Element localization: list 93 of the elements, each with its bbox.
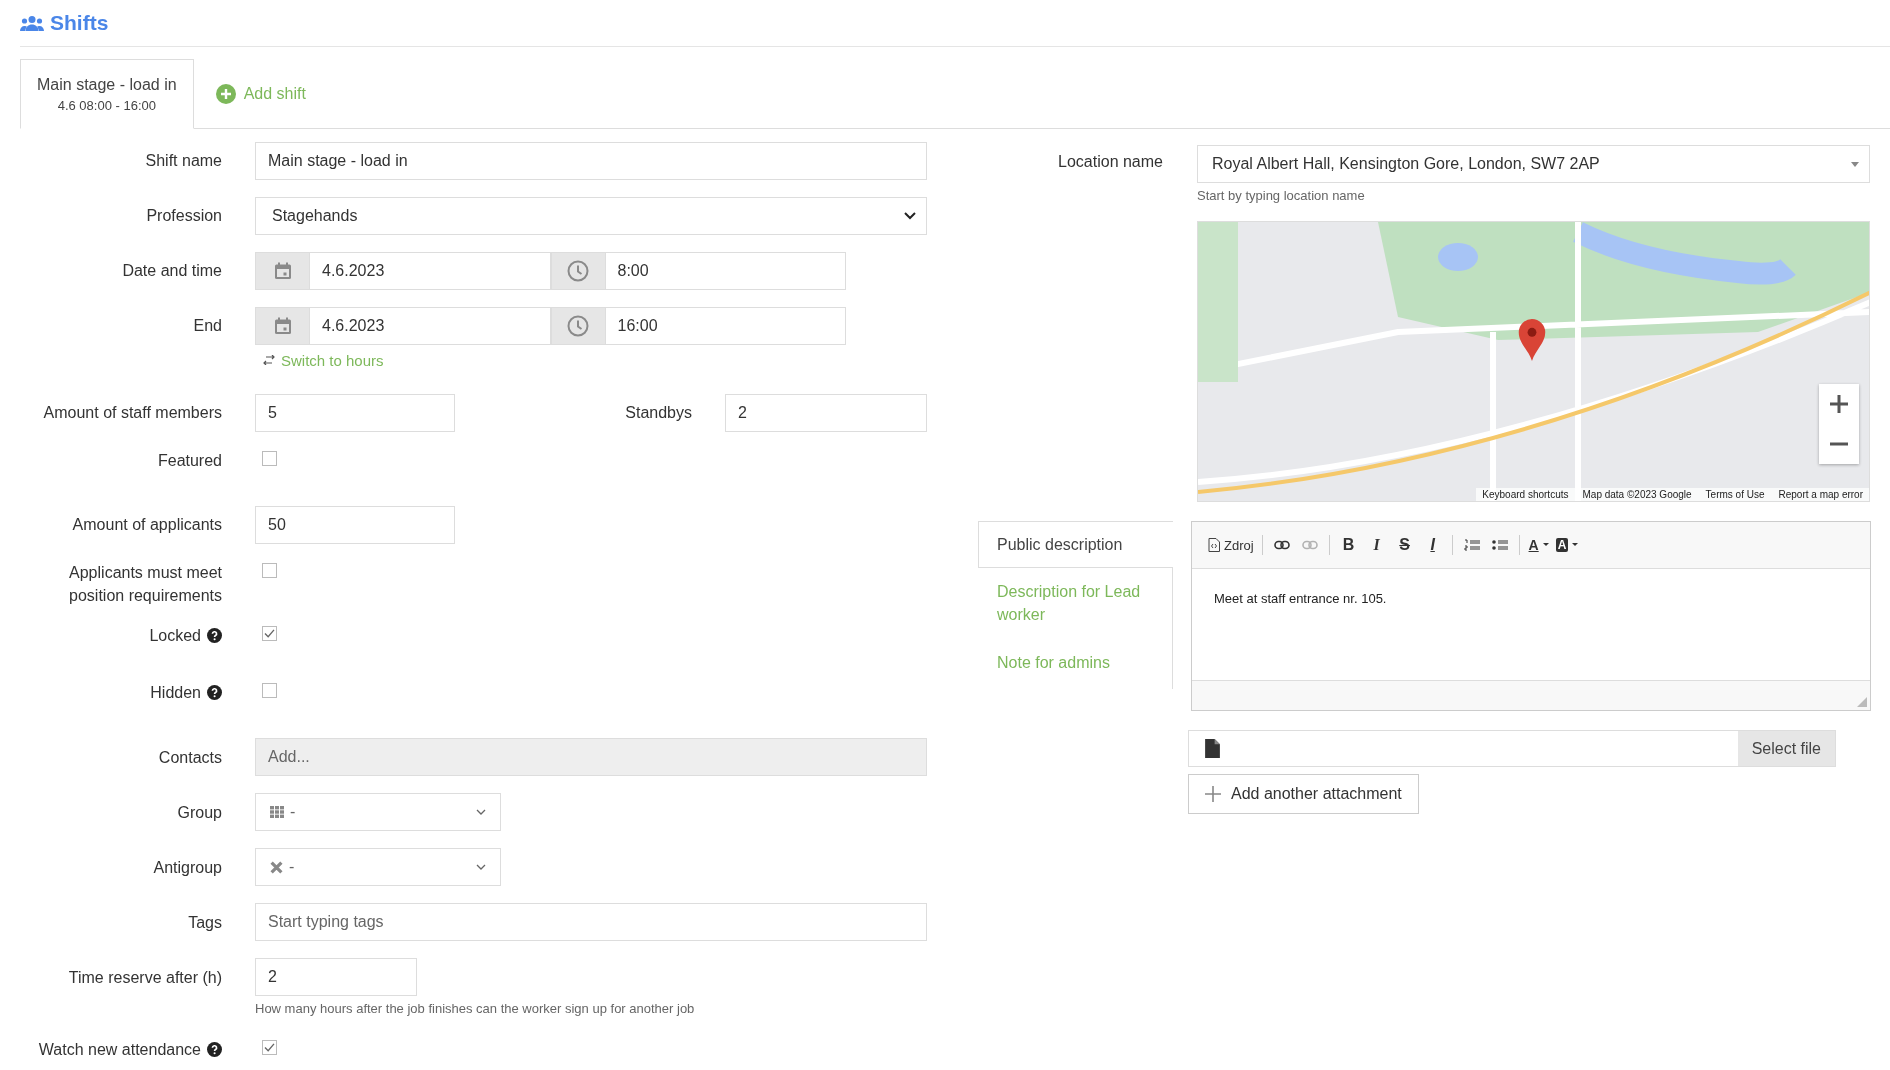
plus-icon xyxy=(1205,786,1221,802)
caret-icon xyxy=(1542,543,1549,547)
number-field[interactable]: 5 xyxy=(255,394,455,432)
shift-tab[interactable]: Main stage - load in 4.6 08:00 - 16:00 xyxy=(20,59,194,129)
checkmark-icon xyxy=(264,1043,275,1053)
calendar-button[interactable] xyxy=(255,252,310,290)
field-label: Contacts xyxy=(158,747,222,768)
hint-text: How many hours after the job finishes can the worker sign up for another job xyxy=(255,1001,695,1017)
checkbox[interactable] xyxy=(262,563,277,578)
field-label: Locked xyxy=(149,626,201,647)
swap-arrows-icon xyxy=(263,355,275,365)
field-label: End xyxy=(193,316,222,337)
date-field[interactable]: 4.6.2023 xyxy=(310,307,551,345)
field-label: Shift name xyxy=(145,151,222,172)
field-label: Location name xyxy=(1058,153,1163,170)
bold-button[interactable]: B xyxy=(1335,532,1362,558)
caret-icon xyxy=(1851,161,1859,167)
field-label: Watch new attendance xyxy=(38,1040,201,1061)
select-field[interactable]: Stagehands xyxy=(255,197,927,235)
grid-icon xyxy=(270,806,284,819)
date-field[interactable]: 4.6.2023 xyxy=(310,252,551,290)
text-color-button[interactable]: A xyxy=(1525,532,1552,558)
map-attribution-link[interactable]: Map data ©2023 Google xyxy=(1582,489,1692,500)
file-icon xyxy=(1205,739,1220,758)
number-field[interactable]: 2 xyxy=(255,958,417,997)
checkmark-icon xyxy=(264,629,275,639)
chevron-down-icon xyxy=(476,809,486,816)
checkbox[interactable] xyxy=(262,1040,277,1056)
chain-link-icon xyxy=(1301,540,1318,550)
map-attribution-link[interactable]: Report a map error xyxy=(1778,489,1863,500)
checkbox[interactable] xyxy=(262,626,277,642)
map-attribution-link[interactable]: Keyboard shortcuts xyxy=(1482,489,1569,500)
hint-text: Start by typing location name xyxy=(1197,188,1366,203)
plus-icon xyxy=(1830,395,1848,413)
calendar-icon xyxy=(272,261,293,281)
background-color-button[interactable]: A xyxy=(1553,532,1581,558)
zoom-out-button[interactable] xyxy=(1819,424,1859,464)
clock-button[interactable] xyxy=(550,252,606,290)
calendar-button[interactable] xyxy=(255,307,310,345)
people-icon xyxy=(20,15,44,31)
resize-handle-icon[interactable] xyxy=(1857,697,1867,707)
source-button[interactable]: Zdroj xyxy=(1206,532,1256,558)
chevron-down-icon xyxy=(476,864,486,871)
select-field[interactable]: - xyxy=(255,848,501,887)
bullet-list-icon xyxy=(1491,539,1508,551)
contacts-field[interactable]: Add... xyxy=(255,738,927,777)
chevron-down-icon xyxy=(904,212,916,220)
strikethrough-button[interactable]: S xyxy=(1391,532,1418,558)
field-label: Amount of staff members xyxy=(43,403,222,424)
field-label: Tags xyxy=(188,912,222,933)
field-label: Group xyxy=(177,802,222,823)
number-field[interactable]: 50 xyxy=(255,506,455,544)
map-placeholder[interactable]: Keyboard shortcuts Map data ©2023 Google Terms of Use Report a map error xyxy=(1197,221,1870,502)
clock-button[interactable] xyxy=(550,307,606,345)
field-label: Applicants must meet position requirements xyxy=(68,563,222,607)
zoom-in-button[interactable] xyxy=(1819,384,1859,424)
time-field[interactable]: 8:00 xyxy=(605,252,846,290)
field-label: Featured xyxy=(157,451,222,471)
chain-link-icon xyxy=(1273,540,1290,550)
add-attachment-button[interactable]: Add another attachment xyxy=(1188,774,1419,814)
editor-text[interactable]: Meet at staff entrance nr. 105. xyxy=(1192,569,1870,680)
numbered-list-icon xyxy=(1463,539,1480,551)
text-field[interactable]: Start typing tags xyxy=(255,903,927,942)
description-tab[interactable]: Public description xyxy=(978,521,1173,569)
select-field[interactable]: - xyxy=(255,793,501,832)
number-field[interactable]: 2 xyxy=(725,394,927,432)
checkbox[interactable] xyxy=(262,683,277,699)
location-select[interactable]: Royal Albert Hall, Kensington Gore, London, SW7 2AP xyxy=(1197,145,1870,183)
time-field[interactable]: 16:00 xyxy=(605,307,846,345)
field-label: Profession xyxy=(146,206,222,227)
page-title: Shifts xyxy=(50,11,109,35)
field-label: Antigroup xyxy=(153,857,222,878)
clock-icon xyxy=(567,315,589,337)
field-label: Amount of applicants xyxy=(72,515,222,536)
clock-icon xyxy=(567,260,589,282)
map-attribution-link[interactable]: Terms of Use xyxy=(1705,489,1765,500)
field-label: Hidden xyxy=(150,683,201,704)
clear-format-button[interactable]: I xyxy=(1419,532,1446,558)
field-label: Standbys xyxy=(625,404,692,422)
caret-icon xyxy=(1572,543,1579,547)
text-field[interactable]: Main stage - load in xyxy=(255,142,927,180)
field-label: Time reserve after (h) xyxy=(68,967,222,988)
cross-icon xyxy=(270,860,283,874)
checkbox[interactable] xyxy=(262,451,277,466)
plus-circle-icon xyxy=(215,84,236,104)
map-pin-icon[interactable] xyxy=(1518,319,1546,361)
code-file-icon xyxy=(1208,538,1220,552)
calendar-icon xyxy=(272,316,293,336)
minus-icon xyxy=(1830,442,1848,446)
italic-button[interactable]: I xyxy=(1363,532,1390,558)
file-field[interactable]: Select file xyxy=(1188,730,1836,767)
select-file-button[interactable]: Select file xyxy=(1737,731,1835,766)
field-label: Date and time xyxy=(122,261,222,282)
